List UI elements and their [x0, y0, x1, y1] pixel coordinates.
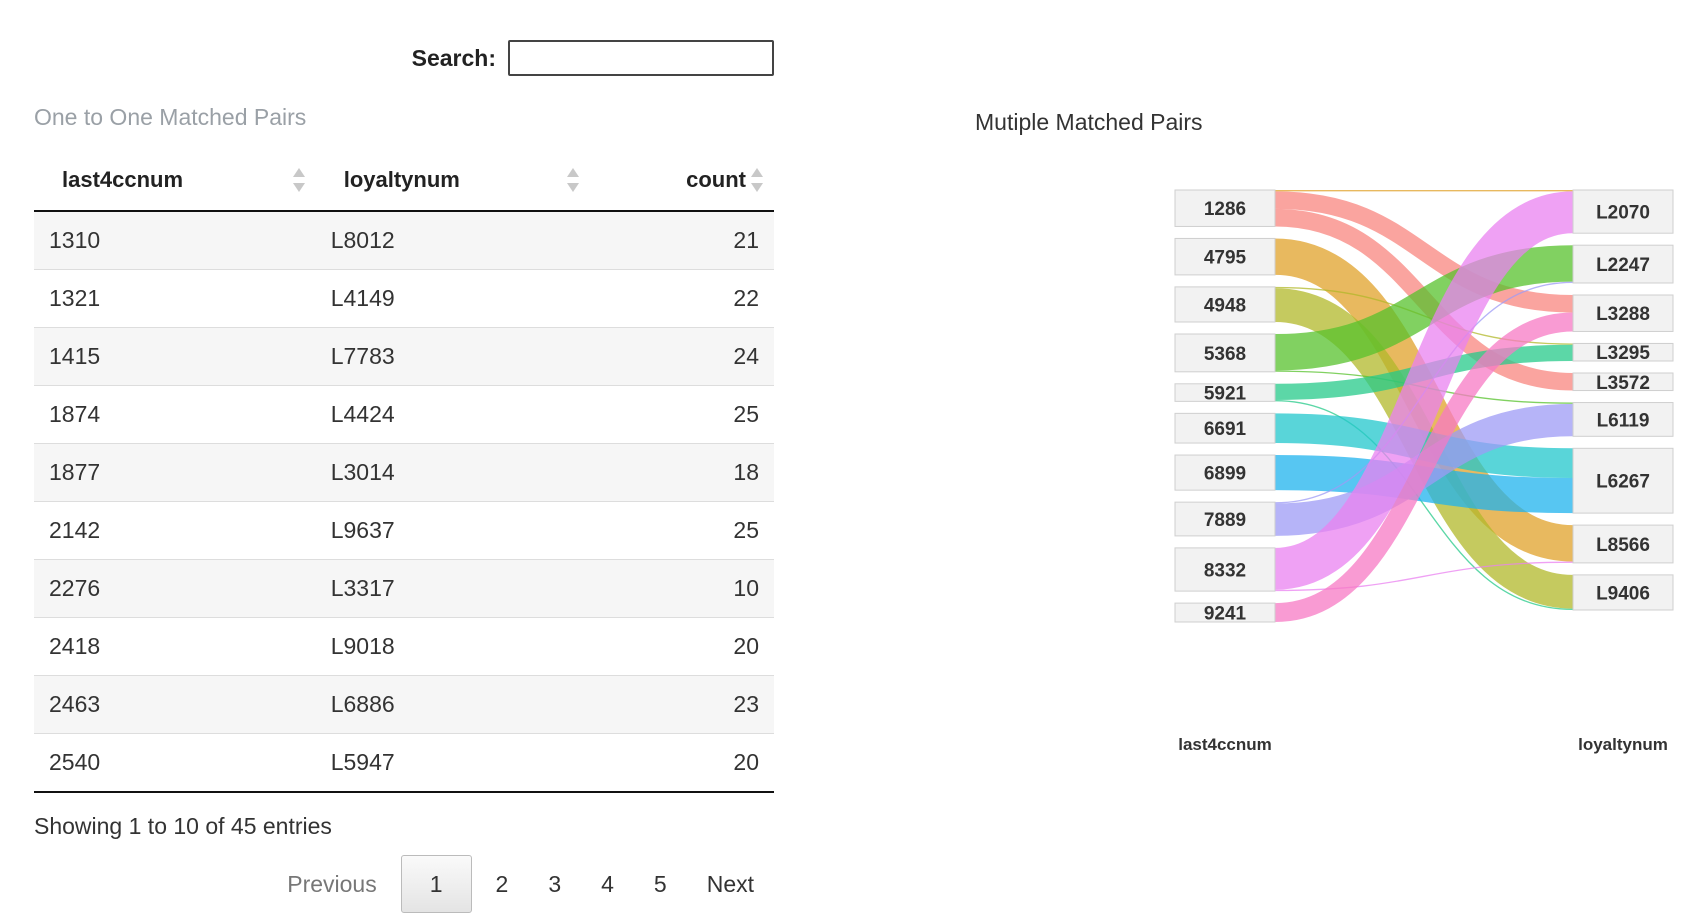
sankey-node-L8566[interactable]: L8566: [1572, 524, 1674, 564]
sankey-node-label: 6691: [1204, 419, 1247, 440]
sankey-node-1286[interactable]: 1286: [1174, 189, 1276, 227]
sankey-node-L2070[interactable]: L2070: [1572, 189, 1674, 234]
sankey-node-label: 5368: [1204, 344, 1246, 365]
sankey-node-L2247[interactable]: L2247: [1572, 244, 1674, 284]
sankey-node-label: L2247: [1596, 255, 1650, 276]
sankey-node-6899[interactable]: 6899: [1174, 454, 1276, 491]
sankey-node-7889[interactable]: 7889: [1174, 501, 1276, 537]
sankey-node-label: 1286: [1204, 199, 1246, 220]
sankey-node-label: L8566: [1596, 535, 1650, 556]
sankey-node-L3295[interactable]: L3295: [1572, 342, 1674, 364]
sankey-node-label: L6119: [1597, 410, 1650, 431]
sankey-node-L3572[interactable]: L3572: [1572, 372, 1674, 394]
sankey-node-label: 4948: [1204, 295, 1246, 316]
sankey-node-label: L6267: [1596, 472, 1650, 493]
right-axis-label: loyaltynum: [1578, 735, 1668, 754]
sankey-node-5921[interactable]: 5921: [1174, 383, 1276, 405]
sankey-node-label: 9241: [1204, 604, 1247, 625]
sankey-links: [1273, 190, 1575, 622]
sankey-node-5368[interactable]: 5368: [1174, 333, 1276, 373]
left-axis-label: last4ccnum: [1178, 735, 1272, 754]
sankey-node-L6267[interactable]: L6267: [1572, 447, 1674, 514]
sankey-node-4948[interactable]: 4948: [1174, 286, 1276, 323]
sankey-node-8332[interactable]: 8332: [1174, 547, 1276, 592]
sankey-node-label: 5921: [1204, 384, 1247, 405]
sankey-node-L6119[interactable]: L6119: [1572, 402, 1674, 437]
sankey-node-4795[interactable]: 4795: [1174, 237, 1276, 276]
sankey-node-label: 4795: [1204, 248, 1247, 269]
sankey-node-6691[interactable]: 6691: [1174, 412, 1276, 444]
sankey-chart: 1286 4795 4948 5368 5921 6691 6899 7889 8332 9241…: [1174, 189, 1674, 754]
sankey-node-label: L3295: [1596, 343, 1650, 364]
sankey-node-label: 8332: [1204, 561, 1246, 582]
sankey-node-label: 6899: [1204, 464, 1246, 485]
sankey-node-L9406[interactable]: L9406: [1572, 574, 1674, 611]
sankey-node-9241[interactable]: 9241: [1174, 602, 1276, 625]
sankey-node-label: 7889: [1204, 510, 1246, 531]
sankey-node-label: L3572: [1596, 373, 1650, 394]
sankey-node-L3288[interactable]: L3288: [1572, 294, 1674, 332]
sankey-node-label: L3288: [1596, 304, 1650, 325]
sankey-node-label: L9406: [1596, 583, 1650, 604]
sankey-node-label: L2070: [1596, 203, 1650, 224]
